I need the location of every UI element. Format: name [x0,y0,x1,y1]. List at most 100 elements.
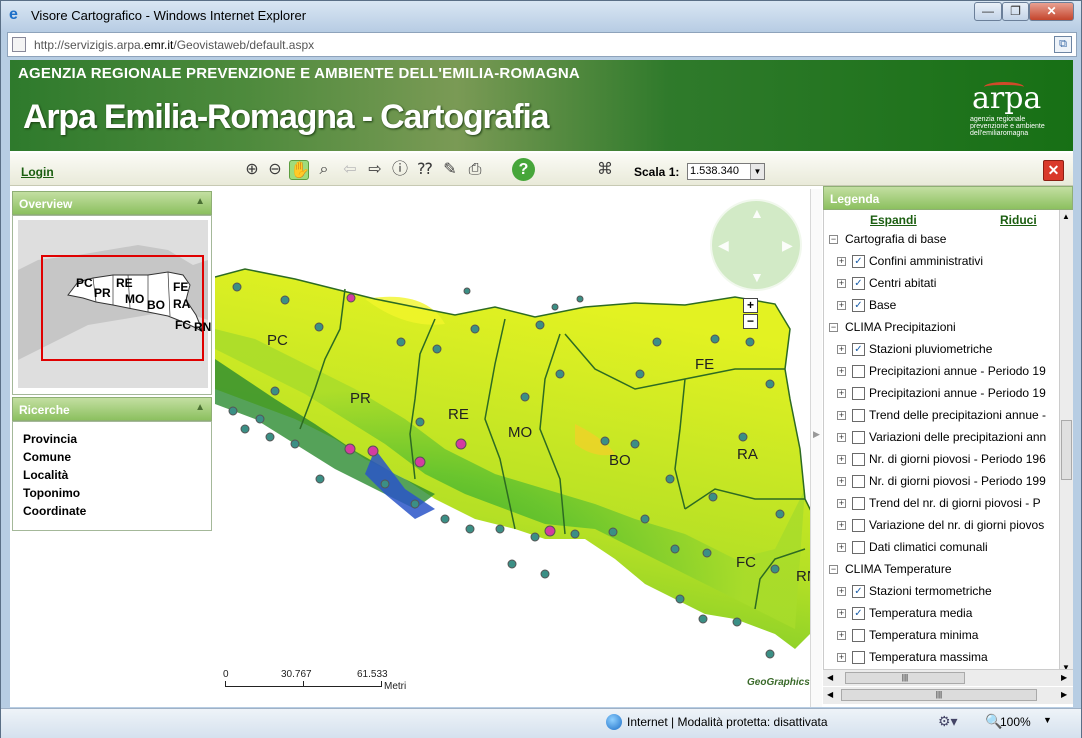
layer-checkbox[interactable] [852,431,865,444]
compatibility-view-icon[interactable]: ⧉ [1054,36,1072,53]
info-icon[interactable]: ⓘ [390,160,410,180]
legend-group[interactable]: − CLIMA Temperature [824,562,1059,582]
chevron-down-icon[interactable]: ▼ [1043,715,1052,725]
expand-toggle-icon[interactable]: + [837,345,846,354]
search-coordinate[interactable]: Coordinate [23,502,211,520]
scroll-right-icon[interactable]: ▶ [1061,673,1067,682]
pan-navigation-wheel[interactable]: ▲ ▼ ◀ ▶ [710,199,802,291]
expand-toggle-icon[interactable]: + [837,367,846,376]
legend-layer[interactable]: + Temperatura massima [824,650,1059,670]
help-icon[interactable]: ? [512,158,535,181]
pan-up-icon[interactable]: ▲ [750,205,764,221]
legend-layer[interactable]: + ✓ Temperatura media [824,606,1059,626]
map-legend-icon[interactable]: ⌘ [595,160,615,180]
expand-toggle-icon[interactable]: + [837,653,846,662]
collapse-icon[interactable]: ▲ [195,402,205,413]
legend-layer[interactable]: + ✓ Base [824,298,1059,318]
pan-right-icon[interactable]: ▶ [782,237,793,254]
search-provincia[interactable]: Provincia [23,430,211,448]
expand-toggle-icon[interactable]: + [837,543,846,552]
legend-group[interactable]: − Cartografia di base [824,232,1059,252]
legend-layer[interactable]: + Temperatura minima [824,628,1059,648]
expand-toggle-icon[interactable]: + [837,433,846,442]
legend-layer[interactable]: + Precipitazioni annue - Periodo 19 [824,364,1059,384]
layer-checkbox[interactable]: ✓ [852,255,865,268]
layer-checkbox[interactable] [852,387,865,400]
search-comune[interactable]: Comune [23,448,211,466]
expand-toggle-icon[interactable]: + [837,389,846,398]
legend-reduce-link[interactable]: Riduci [1000,213,1037,227]
overview-header[interactable]: Overview ▲ [12,191,212,215]
layer-checkbox[interactable] [852,651,865,664]
maximize-button[interactable]: ❐ [1002,2,1029,21]
protected-mode-icon[interactable]: ⚙▾ [938,713,958,730]
address-url[interactable]: http://servizigis.arpa.emr.it/Geovistawe… [34,38,314,52]
layer-checkbox[interactable] [852,409,865,422]
expand-toggle-icon[interactable]: + [837,279,846,288]
legend-vertical-scrollbar[interactable]: ▲ ▼ [1059,210,1073,677]
scroll-right-icon[interactable]: ▶ [1061,690,1067,699]
legend-layer[interactable]: + Dati climatici comunali [824,540,1059,560]
zoom-window-icon[interactable]: ⌕ [314,160,334,180]
layer-checkbox[interactable] [852,453,865,466]
splitter-arrow-icon[interactable]: ▶ [813,429,820,440]
scroll-thumb[interactable]: ||| [845,672,965,684]
legend-layer[interactable]: + Precipitazioni annue - Periodo 19 [824,386,1059,406]
chevron-down-icon[interactable]: ▼ [750,164,764,179]
legend-layer[interactable]: + ✓ Centri abitati [824,276,1059,296]
address-bar[interactable]: http://servizigis.arpa.emr.it/Geovistawe… [7,32,1077,57]
login-link[interactable]: Login [21,165,54,179]
layer-checkbox[interactable] [852,519,865,532]
scroll-up-icon[interactable]: ▲ [1062,212,1070,221]
layer-checkbox[interactable] [852,475,865,488]
print-icon[interactable]: ⎙ [465,160,485,180]
layer-checkbox[interactable]: ✓ [852,585,865,598]
close-map-button[interactable]: ✕ [1043,160,1064,181]
panel-horizontal-scrollbar[interactable]: ◀ ||| ▶ [823,687,1073,704]
pan-hand-icon[interactable]: ✋ [289,160,310,180]
expand-toggle-icon[interactable]: + [837,301,846,310]
layer-checkbox[interactable] [852,629,865,642]
zoom-in-icon[interactable]: ⊕ [242,160,262,180]
collapse-icon[interactable]: ▲ [195,196,205,207]
legend-layer[interactable]: + Variazione del nr. di giorni piovos [824,518,1059,538]
layer-checkbox[interactable]: ✓ [852,277,865,290]
expand-toggle-icon[interactable]: + [837,521,846,530]
main-map[interactable]: PC PR RE MO BO FE RA FC RN ▲ ▼ ◀ ▶ + − [215,189,810,707]
legend-layer[interactable]: + Nr. di giorni piovosi - Periodo 199 [824,474,1059,494]
ricerche-header[interactable]: Ricerche ▲ [12,397,212,421]
expand-toggle-icon[interactable]: + [837,257,846,266]
expand-toggle-icon[interactable]: + [837,477,846,486]
expand-toggle-icon[interactable]: + [837,455,846,464]
layer-checkbox[interactable] [852,497,865,510]
search-localita[interactable]: Località [23,466,211,484]
back-arrow-icon[interactable]: ⇦ [340,160,360,180]
map-zoom-out-button[interactable]: − [743,314,758,329]
pan-down-icon[interactable]: ▼ [750,269,764,285]
legend-layer[interactable]: + ✓ Confini amministrativi [824,254,1059,274]
expand-toggle-icon[interactable]: + [837,499,846,508]
expand-toggle-icon[interactable]: + [837,631,846,640]
expand-toggle-icon[interactable]: + [837,411,846,420]
legend-group[interactable]: − CLIMA Precipitazioni [824,320,1059,340]
layer-checkbox[interactable] [852,365,865,378]
collapse-toggle-icon[interactable]: − [829,235,838,244]
minimize-button[interactable]: — [974,2,1002,21]
map-zoom-in-button[interactable]: + [743,298,758,313]
zoom-out-icon[interactable]: ⊖ [265,160,285,180]
expand-toggle-icon[interactable]: + [837,587,846,596]
pan-left-icon[interactable]: ◀ [718,237,729,254]
collapse-toggle-icon[interactable]: − [829,323,838,332]
layer-checkbox[interactable]: ✓ [852,299,865,312]
scroll-left-icon[interactable]: ◀ [827,690,833,699]
measure-icon[interactable]: ✎ [440,160,460,180]
scroll-thumb[interactable] [1061,420,1072,480]
legend-layer[interactable]: + Trend del nr. di giorni piovosi - P [824,496,1059,516]
forward-arrow-icon[interactable]: ⇨ [365,160,385,180]
search-toponimo[interactable]: Toponimo [23,484,211,502]
collapse-toggle-icon[interactable]: − [829,565,838,574]
scroll-left-icon[interactable]: ◀ [827,673,833,682]
legend-layer[interactable]: + ✓ Stazioni termometriche [824,584,1059,604]
legend-horizontal-scrollbar[interactable]: ◀ ||| ▶ [823,669,1073,686]
zoom-level[interactable]: 100% [1000,715,1031,729]
